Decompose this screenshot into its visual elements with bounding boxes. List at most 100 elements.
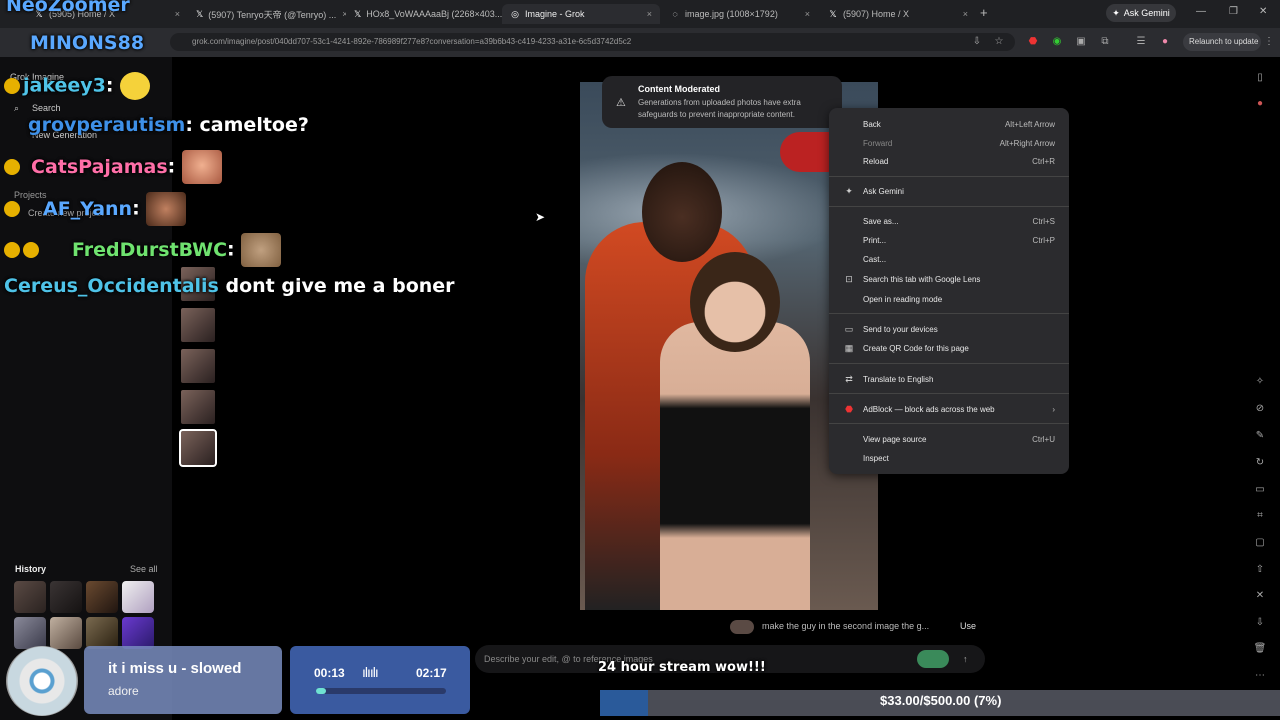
playback-progress-fill: [316, 688, 327, 694]
stream-label: 24 hour stream wow!!!: [598, 660, 766, 675]
use-button[interactable]: Use: [960, 617, 976, 635]
chat-line: grovperautism: cameltoe?: [28, 114, 309, 136]
relaunch-button[interactable]: Relaunch to update: [1183, 33, 1261, 51]
adblock-icon[interactable]: ⬣: [1026, 35, 1040, 49]
menu-item-adblock[interactable]: ⬣ AdBlock — block ads across the web ›: [829, 400, 1069, 418]
menu-item-qr-code[interactable]: ▦ Create QR Code for this page: [829, 339, 1069, 357]
menu-item-view-source[interactable]: View page source Ctrl+U: [829, 430, 1069, 448]
translate-icon: ⇄: [845, 373, 853, 384]
new-tab-button[interactable]: +: [980, 5, 988, 20]
x-logo-icon: 𝕏: [829, 9, 837, 19]
install-icon[interactable]: ⇩: [970, 35, 984, 49]
time-total: 02:17: [416, 666, 447, 680]
puzzle-icon[interactable]: ⧉: [1098, 35, 1112, 49]
history-thumbnail[interactable]: [86, 581, 118, 613]
crown-badge-icon: [4, 242, 20, 258]
menu-item-reading-mode[interactable]: Open in reading mode: [829, 290, 1069, 308]
menu-item-inspect[interactable]: Inspect: [829, 449, 1069, 467]
variant-thumbnail[interactable]: [181, 308, 215, 342]
sub-badge-icon: [4, 78, 20, 94]
close-icon[interactable]: ×: [799, 9, 810, 19]
history-thumbnail[interactable]: [122, 617, 154, 649]
suggestion-avatars: [730, 619, 754, 634]
menu-item-reload[interactable]: Reload Ctrl+R: [829, 152, 1069, 170]
download-icon[interactable]: ⇩: [1252, 615, 1268, 631]
close-icon[interactable]: ×: [336, 9, 346, 19]
qr-code-icon: ▦: [844, 342, 854, 353]
variant-thumbnail-selected[interactable]: [179, 429, 217, 467]
history-thumbnail[interactable]: [14, 617, 46, 649]
grammarly-icon[interactable]: [917, 650, 949, 668]
edit-suggestion[interactable]: make the guy in the second image the g..…: [730, 617, 990, 635]
song-artist: adore: [108, 684, 139, 698]
history-thumbnail[interactable]: [14, 581, 46, 613]
sparkle-icon[interactable]: ✧: [1252, 374, 1268, 390]
menu-separator: [829, 176, 1069, 177]
search-icon[interactable]: ⌕: [14, 103, 19, 114]
frame-icon[interactable]: ▢: [1252, 535, 1268, 551]
submit-arrow-icon[interactable]: ↑: [963, 645, 968, 673]
menu-item-translate[interactable]: ⇄ Translate to English: [829, 370, 1069, 388]
figure-man-head: [642, 162, 722, 262]
tab-image-large[interactable]: 𝕏HOx8_VoWAAAaaBj (2268×403...×: [346, 4, 502, 24]
history-heading: History: [15, 564, 47, 574]
history-thumbnail[interactable]: [122, 581, 154, 613]
refresh-icon[interactable]: ↻: [1252, 455, 1268, 471]
variant-thumbnail[interactable]: [181, 390, 215, 424]
menu-separator: [829, 313, 1069, 314]
close-window-icon[interactable]: ✕: [1259, 6, 1267, 17]
chevron-right-icon: ›: [1052, 404, 1055, 414]
extension-icon[interactable]: ▣: [1074, 35, 1088, 49]
close-icon[interactable]: ×: [641, 9, 652, 19]
chat-line: CatsPajamas:: [4, 150, 222, 184]
link-icon[interactable]: ⊘: [1252, 401, 1268, 417]
close-icon[interactable]: ×: [957, 9, 968, 19]
lens-icon: ⊡: [845, 273, 853, 284]
profile-avatar[interactable]: ●: [1158, 35, 1172, 49]
tab-tenryo[interactable]: 𝕏 (5907) Tenryo天帝 (@Tenryo) ... ×: [188, 4, 346, 24]
moderation-toast: ⚠ Content Moderated Generations from upl…: [602, 76, 842, 128]
video-icon[interactable]: ▭: [1252, 482, 1268, 498]
sidebar-toggle-icon[interactable]: ▯: [1252, 70, 1268, 86]
tab-imagine-grok[interactable]: ◎ Imagine - Grok ×: [502, 4, 660, 24]
x-share-icon[interactable]: ✕: [1252, 588, 1268, 604]
menu-item-google-lens[interactable]: ⊡ Search this tab with Google Lens: [829, 270, 1069, 288]
more-icon[interactable]: ⋯: [1252, 668, 1268, 684]
tab-search-icon[interactable]: ☰: [1134, 35, 1148, 49]
variant-thumbnail[interactable]: [181, 349, 215, 383]
figure-woman-head: [690, 252, 780, 352]
tab-home-x-2[interactable]: 𝕏 (5907) Home / X ×: [820, 4, 976, 24]
history-thumbnail[interactable]: [50, 581, 82, 613]
avatar[interactable]: ●: [1252, 96, 1268, 112]
ask-gemini-button[interactable]: ✦ Ask Gemini: [1106, 4, 1176, 22]
crop-icon[interactable]: ⌗: [1252, 508, 1268, 524]
menu-item-back[interactable]: Back Alt+Left Arrow: [829, 115, 1069, 133]
menu-item-send-devices[interactable]: ▭ Send to your devices: [829, 320, 1069, 338]
address-bar[interactable]: grok.com/imagine/post/040dd707-53c1-4241…: [170, 33, 1015, 51]
bookmark-star-icon[interactable]: ☆: [992, 35, 1006, 49]
toast-body: Generations from uploaded photos have ex…: [638, 98, 801, 119]
see-all-link[interactable]: See all: [130, 564, 158, 574]
history-thumbnail[interactable]: [86, 617, 118, 649]
grok-icon: ◎: [511, 9, 519, 19]
sparkle-icon: ✦: [1112, 7, 1120, 18]
restore-icon[interactable]: ❐: [1229, 6, 1238, 17]
menu-item-cast[interactable]: Cast...: [829, 250, 1069, 268]
edit-icon[interactable]: ✎: [1252, 428, 1268, 444]
playback-timer-card: 00:13 ılıılı 02:17: [290, 646, 470, 714]
sidebar-search[interactable]: Search: [32, 103, 61, 113]
share-icon[interactable]: ⇧: [1252, 562, 1268, 578]
menu-item-forward[interactable]: Forward Alt+Right Arrow: [829, 134, 1069, 152]
grammarly-icon[interactable]: ◉: [1050, 35, 1064, 49]
history-thumbnail[interactable]: [50, 617, 82, 649]
minimize-icon[interactable]: —: [1196, 6, 1206, 17]
menu-item-save-as[interactable]: Save as... Ctrl+S: [829, 212, 1069, 230]
menu-icon[interactable]: ⋮: [1262, 35, 1276, 49]
menu-item-print[interactable]: Print... Ctrl+P: [829, 231, 1069, 249]
devices-icon: ▭: [844, 323, 854, 334]
close-icon[interactable]: ×: [169, 9, 180, 19]
tab-image-jpg[interactable]: ◌ image.jpg (1008×1792) ×: [662, 4, 818, 24]
menu-item-ask-gemini[interactable]: ✦ Ask Gemini: [829, 182, 1069, 200]
delete-icon[interactable]: 🗑: [1252, 641, 1268, 657]
donation-goal-label: $33.00/$500.00 (7%): [880, 693, 1002, 708]
